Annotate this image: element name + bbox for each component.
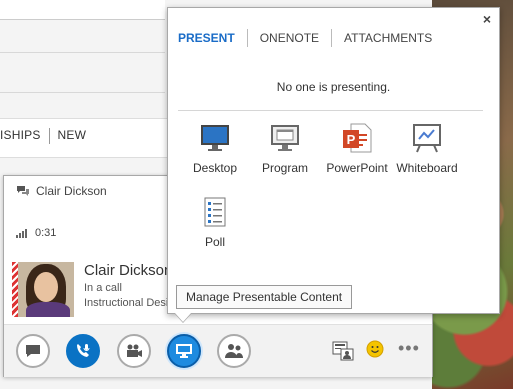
avatar[interactable]: [12, 262, 74, 317]
background-nav-item[interactable]: ISHIPS: [0, 128, 41, 144]
participants-button[interactable]: [217, 334, 251, 368]
chat-bubble-icon: [26, 345, 40, 357]
more-options-button[interactable]: •••: [398, 339, 420, 357]
close-popup-button[interactable]: ×: [483, 11, 491, 27]
option-label: Desktop: [192, 161, 238, 175]
tab-separator: [246, 29, 248, 47]
option-label: Poll: [204, 235, 225, 249]
background-divider: [0, 52, 165, 53]
tab-separator: [331, 29, 333, 47]
present-whiteboard-option[interactable]: Whiteboard: [387, 122, 467, 175]
contact-card-icon: [332, 341, 354, 361]
phone-mic-icon: [77, 344, 90, 357]
contact-card-button[interactable]: [332, 341, 354, 366]
audio-button[interactable]: [66, 334, 100, 368]
im-button[interactable]: [16, 334, 50, 368]
present-button[interactable]: [167, 334, 201, 368]
background-nav: ISHIPS NEW: [0, 128, 86, 144]
conversation-toolbar: •••: [4, 324, 432, 377]
popup-divider: [178, 110, 483, 111]
whiteboard-icon: [411, 122, 443, 154]
present-powerpoint-option[interactable]: P PowerPoint: [317, 122, 397, 175]
contact-card: Clair Dickson In a call Instructional De…: [12, 262, 182, 317]
program-icon: [269, 122, 301, 154]
tab-onenote[interactable]: ONENOTE: [260, 31, 319, 45]
svg-text:P: P: [347, 132, 356, 147]
call-timer-row: 0:31: [16, 227, 56, 239]
presence-stripe: [12, 262, 18, 317]
im-bubbles-icon: [16, 185, 30, 197]
popup-pointer-fill: [175, 313, 191, 322]
background-tab-strip: [0, 0, 165, 20]
powerpoint-icon: P: [341, 122, 373, 154]
call-timer: 0:31: [35, 227, 57, 239]
tab-present[interactable]: PRESENT: [178, 31, 235, 45]
option-label: Program: [261, 161, 308, 175]
people-icon: [225, 344, 243, 358]
background-divider: [0, 92, 165, 93]
present-popup: × PRESENT ONENOTE ATTACHMENTS No one is …: [167, 7, 500, 314]
present-program-option[interactable]: Program: [245, 122, 325, 175]
popup-tabs: PRESENT ONENOTE ATTACHMENTS: [178, 29, 432, 47]
conversation-title-bar: Clair Dickson: [16, 184, 107, 198]
background-nav-item[interactable]: NEW: [58, 128, 87, 144]
option-label: Whiteboard: [396, 161, 458, 175]
presenting-status: No one is presenting.: [276, 80, 391, 94]
tab-attachments[interactable]: ATTACHMENTS: [344, 31, 432, 45]
emoticon-button[interactable]: [366, 340, 384, 363]
present-poll-option[interactable]: Poll: [175, 196, 255, 249]
background-nav-separator: [48, 128, 50, 144]
present-desktop-option[interactable]: Desktop: [175, 122, 255, 175]
conversation-title: Clair Dickson: [36, 184, 107, 198]
desktop-icon: [199, 122, 231, 154]
poll-icon: [199, 196, 231, 228]
option-label: PowerPoint: [326, 161, 388, 175]
smiley-icon: [366, 340, 384, 358]
video-camera-icon: [127, 344, 142, 357]
signal-strength-icon: [16, 228, 27, 238]
video-button[interactable]: [117, 334, 151, 368]
manage-presentable-content-button[interactable]: Manage Presentable Content: [176, 285, 353, 309]
monitor-icon: [176, 344, 192, 358]
